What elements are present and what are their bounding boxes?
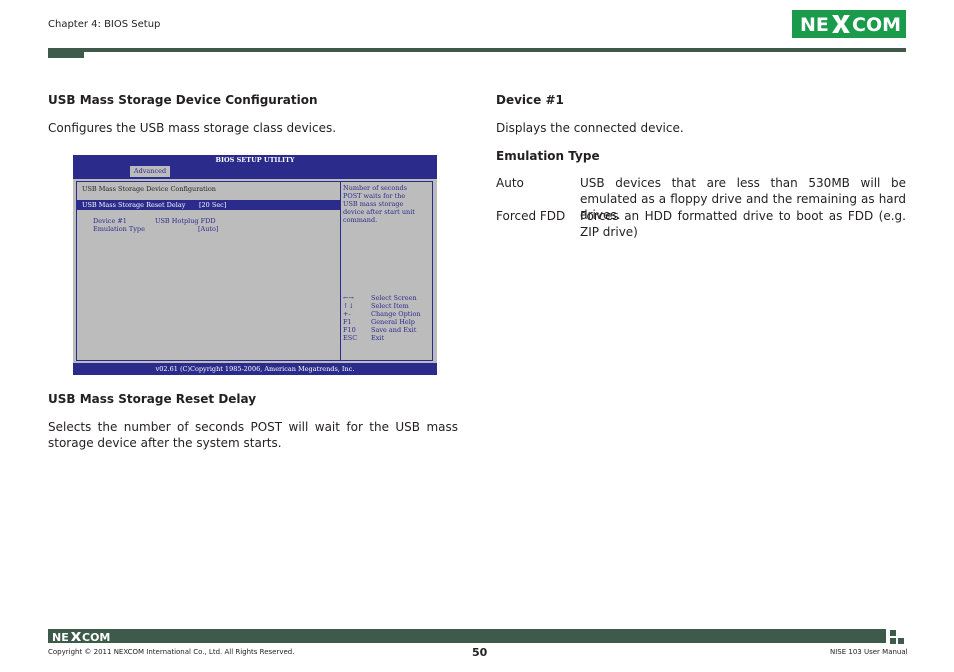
bios-settings-panel: USB Mass Storage Device Configuration US… (77, 182, 341, 360)
bios-key: F10 (343, 326, 356, 334)
reset-delay-heading: USB Mass Storage Reset Delay (48, 392, 257, 406)
bios-copyright: v02.61 (C)Copyright 1985-2006, American … (155, 365, 355, 373)
reset-delay-text: Selects the number of seconds POST will … (48, 420, 458, 450)
bios-key-desc: Select Screen (371, 294, 417, 302)
bios-device-value: USB Hotplug FDD (155, 217, 216, 225)
svg-text:COM: COM (852, 14, 901, 36)
bios-key: ↑↓ (343, 302, 354, 310)
bios-key-keys: ←→ ↑↓ +- F1 F10 ESC (343, 294, 357, 342)
bios-key: +- (343, 310, 351, 318)
svg-text:COM: COM (82, 631, 110, 643)
manual-title: NISE 103 User Manual (830, 648, 908, 656)
device-heading: Device #1 (496, 93, 564, 107)
usb-config-text: Configures the USB mass storage class de… (48, 121, 337, 135)
bios-reset-delay-value[interactable]: [20 Sec] (199, 201, 226, 209)
emulation-heading: Emulation Type (496, 149, 600, 163)
bios-key-desc: Change Option (371, 310, 421, 318)
bios-emulation-label[interactable]: Emulation Type (93, 225, 145, 233)
nexcom-logo-graphic: NE COM (800, 14, 901, 36)
usb-config-heading: USB Mass Storage Device Configuration (48, 93, 318, 107)
device-text: Displays the connected device. (496, 121, 684, 135)
header-tab-accent (48, 48, 84, 58)
header-rule (48, 48, 906, 52)
bios-key-desc: Select Item (371, 302, 409, 310)
bios-tab-bar (73, 165, 437, 179)
bios-key: F1 (343, 318, 352, 326)
svg-text:NE: NE (800, 14, 829, 36)
bios-help-line: Number of seconds (343, 184, 408, 192)
footer-bar (48, 629, 886, 643)
bios-key-desc: Save and Exit (371, 326, 417, 334)
footer-logo-graphic: NE COM (52, 631, 110, 643)
bios-device-label: Device #1 (93, 217, 127, 225)
nexcom-logo: NE COM (792, 10, 906, 38)
option-desc-forced-fdd: Forces an HDD formatted drive to boot as… (580, 209, 906, 239)
bios-help-line: POST waits for the (343, 192, 406, 200)
bios-help-line: command. (343, 216, 378, 224)
option-term-forced-fdd: Forced FDD (496, 209, 566, 223)
bios-help-line: device after start unit (343, 208, 415, 216)
bios-key: ESC (343, 334, 358, 342)
bios-tab-advanced[interactable]: Advanced (130, 166, 170, 177)
bios-screenshot: BIOS SETUP UTILITY Advanced USB Mass Sto… (73, 155, 437, 375)
option-term-auto: Auto (496, 176, 524, 190)
footer-corner-icon (890, 629, 906, 644)
bios-key-desc: Exit (371, 334, 385, 342)
bios-main-panel: USB Mass Storage Device Configuration US… (76, 181, 433, 361)
bios-key-desc: General Help (371, 318, 415, 326)
corner-squares-icon (890, 630, 904, 644)
bios-section-title: USB Mass Storage Device Configuration (82, 185, 216, 193)
bios-emulation-value[interactable]: [Auto] (198, 225, 218, 233)
bios-reset-delay-label[interactable]: USB Mass Storage Reset Delay (82, 201, 185, 209)
bios-help-text: Number of seconds POST waits for the USB… (343, 184, 415, 224)
bios-key: ←→ (343, 294, 354, 302)
copyright-text: Copyright © 2011 NEXCOM International Co… (48, 648, 295, 656)
bios-title: BIOS SETUP UTILITY (215, 156, 295, 164)
page-number: 50 (472, 646, 488, 659)
bios-key-descriptions: Select Screen Select Item Change Option … (371, 294, 421, 342)
svg-text:NE: NE (52, 631, 69, 643)
chapter-label: Chapter 4: BIOS Setup (48, 19, 161, 30)
bios-help-line: USB mass storage (343, 200, 404, 208)
